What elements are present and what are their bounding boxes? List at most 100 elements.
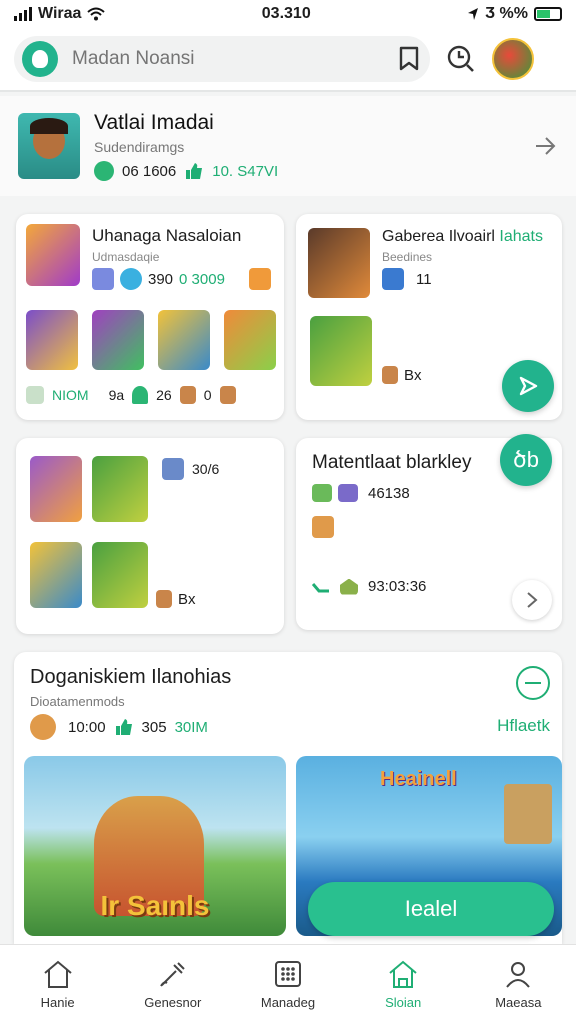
bookmark-icon[interactable] xyxy=(398,46,420,72)
card-a-footer-2: 9a xyxy=(108,387,125,403)
banner-left[interactable]: Ir Saınls xyxy=(24,756,286,936)
nav-home[interactable]: Hanie xyxy=(8,959,108,1010)
bag-icon xyxy=(382,366,398,384)
game-thumbnail[interactable] xyxy=(92,310,144,370)
folder-icon xyxy=(312,484,332,502)
status-bar: Wiraa 03.310 Ӡ %% xyxy=(0,0,576,28)
card-b-title: Gaberea Ilvoairl xyxy=(382,228,495,245)
card-d-title: Matentlaat blarkley xyxy=(312,452,472,473)
header-divider xyxy=(0,90,576,92)
game-icon xyxy=(312,516,334,538)
puzzle-icon xyxy=(338,484,358,502)
featured-profile[interactable]: Vatlai Imadai Sudendiramgs 06 1606 10. S… xyxy=(0,96,576,196)
game-thumbnail[interactable] xyxy=(30,456,82,522)
card-a-subtitle: Udmasdaqie xyxy=(92,250,160,264)
thumbs-up-icon xyxy=(115,719,132,735)
chevron-right-icon xyxy=(527,592,538,608)
coin-icon xyxy=(120,268,142,290)
profile-avatar xyxy=(18,113,80,179)
wifi-icon xyxy=(87,7,106,21)
card-d-stat: 46138 xyxy=(368,484,410,502)
profile-title: Vatlai Imadai xyxy=(94,111,214,134)
next-button[interactable] xyxy=(512,580,552,620)
nav-label: Genesnor xyxy=(144,995,202,1010)
nav-store[interactable]: Sloian xyxy=(353,959,453,1010)
card-b-subtitle: Beedines xyxy=(382,250,433,264)
carrier-name: Wiraa xyxy=(38,5,82,22)
fox-icon xyxy=(248,268,271,290)
counter-label: ծb xyxy=(513,447,539,472)
game-thumbnail[interactable] xyxy=(310,316,372,386)
castle-art xyxy=(504,784,552,844)
nav-create[interactable]: Genesnor xyxy=(123,959,223,1010)
store-icon xyxy=(389,960,417,988)
search-input[interactable] xyxy=(72,48,384,70)
section-stat-2: 305 xyxy=(141,718,167,736)
game-thumbnail[interactable] xyxy=(26,310,78,370)
search-bar[interactable] xyxy=(14,36,430,82)
bag-icon xyxy=(156,590,172,608)
chart-icon xyxy=(26,386,44,404)
nav-profile[interactable]: Maeasa xyxy=(468,959,568,1010)
battery-text: Ӡ %% xyxy=(485,5,528,22)
chevron-right-icon[interactable] xyxy=(532,133,558,159)
card-b-count: 11 xyxy=(416,270,432,288)
section-link[interactable]: Hflaetk xyxy=(497,716,550,736)
section-stat-3: 30IM xyxy=(174,718,208,736)
game-thumbnail[interactable] xyxy=(30,542,82,608)
search-clock-icon xyxy=(447,45,474,72)
card-a-footer-4: 0 xyxy=(203,387,212,403)
top-bar xyxy=(0,28,576,90)
nav-manage[interactable]: Manadeg xyxy=(238,959,338,1010)
nav-label: Maeasa xyxy=(495,995,542,1010)
badge-icon xyxy=(162,458,184,480)
section-stat-1: 10:00 xyxy=(68,718,106,736)
grid-icon xyxy=(274,961,301,987)
game-card-a[interactable]: Uhanaga Nasaloian Udmasdaqie 390 0 3009 … xyxy=(16,214,284,420)
profile-subtitle: Sudendiramgs xyxy=(94,139,185,155)
home-icon xyxy=(43,960,72,988)
minus-icon xyxy=(525,682,541,684)
card-a-stat-2: 0 3009 xyxy=(179,270,225,288)
person-icon xyxy=(506,962,531,988)
game-thumbnail[interactable] xyxy=(92,456,148,522)
nav-label: Sloian xyxy=(385,995,422,1010)
bottom-nav: Hanie Genesnor Manadeg Sloian Maeasa xyxy=(0,944,576,1024)
card-a-title: Uhanaga Nasaloian xyxy=(92,226,242,245)
card-b-tag: Bx xyxy=(404,366,422,384)
history-button[interactable] xyxy=(444,42,478,76)
game-thumbnail xyxy=(26,224,80,286)
user-avatar[interactable] xyxy=(492,38,534,80)
banner-left-title: Ir Saınls xyxy=(100,890,210,921)
avatar xyxy=(30,714,56,740)
install-button[interactable]: Iealel xyxy=(308,882,554,936)
game-thumbnail[interactable] xyxy=(92,542,148,608)
collapse-button[interactable] xyxy=(516,666,550,700)
game-thumbnail[interactable] xyxy=(224,310,276,370)
location-icon xyxy=(468,8,479,20)
share-button[interactable] xyxy=(502,360,554,412)
profile-stat-1: 06 1606 xyxy=(122,162,177,180)
app-logo-icon xyxy=(22,41,58,77)
check-icon xyxy=(94,161,114,181)
card-c-tag: Bx xyxy=(178,590,196,608)
counter-button[interactable]: ծb xyxy=(500,434,552,486)
card-a-footer-1: NIOM xyxy=(52,387,89,403)
banner-right-title: Heainell xyxy=(380,768,457,790)
bag-icon xyxy=(219,386,236,404)
game-card-c[interactable]: 30/6 Bx xyxy=(16,438,284,634)
section-title: Doganiskiem Ilanohias xyxy=(30,666,232,688)
leaf-icon xyxy=(132,386,149,404)
card-a-footer-3: 26 xyxy=(156,387,172,403)
card-c-count: 30/6 xyxy=(192,461,220,477)
card-a-stat-1: 390 xyxy=(148,270,174,288)
game-thumbnail[interactable] xyxy=(158,310,210,370)
bag-icon xyxy=(179,386,196,404)
signal-icon xyxy=(14,7,32,21)
battery-icon xyxy=(533,7,562,21)
badge-icon xyxy=(382,268,404,290)
badge-icon xyxy=(92,268,114,290)
profile-stat-2: 10. S47VI xyxy=(212,162,279,180)
nav-label: Hanie xyxy=(40,995,75,1010)
send-icon xyxy=(519,376,538,396)
